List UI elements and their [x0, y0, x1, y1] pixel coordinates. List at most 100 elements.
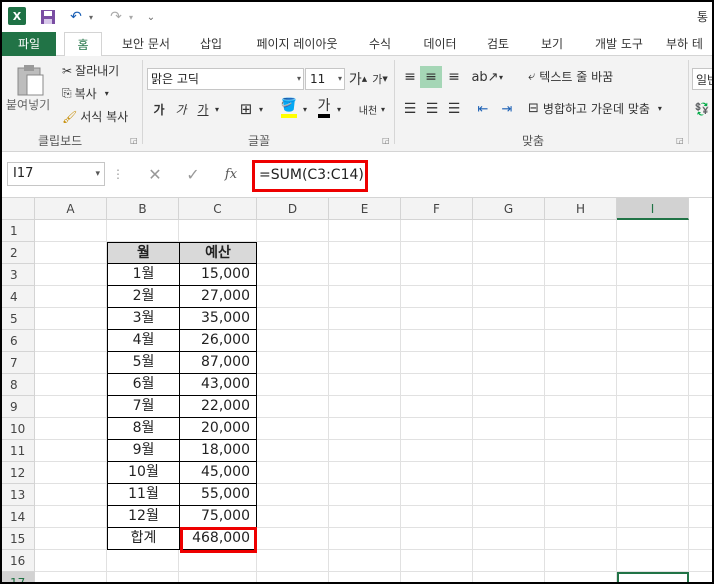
column-header-a[interactable]: A — [35, 198, 107, 220]
decrease-indent-icon[interactable]: ⇤ — [472, 98, 494, 120]
month-cell[interactable]: 2월 — [107, 286, 180, 308]
align-middle-icon[interactable]: ≡ — [420, 66, 442, 88]
name-box[interactable]: I17 ▾ — [7, 162, 105, 186]
undo-icon[interactable]: ↶ — [66, 7, 86, 27]
month-cell[interactable]: 5월 — [107, 352, 180, 374]
month-cell[interactable]: 3월 — [107, 308, 180, 330]
alignment-dialog-launcher-icon[interactable]: ◲ — [676, 136, 684, 145]
shrink-font-button[interactable]: 가 ▼ — [370, 68, 390, 90]
row-header-17[interactable]: 17 — [2, 572, 35, 582]
phonetic-dropdown-icon[interactable]: ▾ — [378, 98, 388, 120]
column-header-d[interactable]: D — [257, 198, 329, 220]
tab-developer[interactable]: 개발 도구 — [584, 32, 654, 56]
row-header-11[interactable]: 11 — [2, 440, 35, 462]
enter-icon[interactable]: ✓ — [180, 162, 206, 186]
budget-cell[interactable]: 45,000 — [179, 462, 257, 484]
row-header-5[interactable]: 5 — [2, 308, 35, 330]
month-cell[interactable]: 6월 — [107, 374, 180, 396]
row-header-8[interactable]: 8 — [2, 374, 35, 396]
row-header-9[interactable]: 9 — [2, 396, 35, 418]
clipboard-dialog-launcher-icon[interactable]: ◲ — [130, 136, 138, 145]
borders-icon[interactable]: ⊞ — [236, 98, 256, 120]
row-header-3[interactable]: 3 — [2, 264, 35, 286]
budget-cell[interactable]: 87,000 — [179, 352, 257, 374]
bold-button[interactable]: 가 — [150, 98, 168, 120]
column-header-h[interactable]: H — [545, 198, 617, 220]
orientation-icon[interactable]: ab↗ — [471, 66, 498, 88]
italic-button[interactable]: 가 — [172, 98, 190, 120]
tab-home[interactable]: 홈 — [64, 32, 102, 57]
borders-dropdown-icon[interactable]: ▾ — [256, 98, 266, 120]
align-center-icon[interactable]: ☰ — [422, 98, 442, 120]
month-cell[interactable]: 8월 — [107, 418, 180, 440]
row-header-16[interactable]: 16 — [2, 550, 35, 572]
tab-review[interactable]: 검토 — [476, 32, 520, 56]
total-label-cell[interactable]: 합계 — [107, 528, 180, 550]
budget-cell[interactable]: 15,000 — [179, 264, 257, 286]
row-header-15[interactable]: 15 — [2, 528, 35, 550]
fill-color-dropdown-icon[interactable]: ▾ — [300, 98, 310, 120]
increase-indent-icon[interactable]: ⇥ — [496, 98, 518, 120]
tab-page-layout[interactable]: 페이지 레이아웃 — [242, 32, 352, 56]
row-header-1[interactable]: 1 — [2, 220, 35, 242]
format-painter-button[interactable]: 🖌 서식 복사 — [62, 108, 128, 125]
tab-security-docs[interactable]: 보안 문서 — [110, 32, 182, 56]
month-cell[interactable]: 1월 — [107, 264, 180, 286]
tab-insert[interactable]: 삽입 — [190, 32, 232, 56]
budget-cell[interactable]: 35,000 — [179, 308, 257, 330]
row-header-4[interactable]: 4 — [2, 286, 35, 308]
font-color-dropdown-icon[interactable]: ▾ — [334, 98, 344, 120]
font-name-select[interactable]: 맑은 고딕 ▾ — [147, 68, 304, 90]
worksheet-grid[interactable]: A B C D E F G H I 1 2 3 4 5 6 7 8 9 10 11 12 13 14 15 16 17 월 예산 1월 1… — [2, 198, 712, 582]
month-cell[interactable]: 9월 — [107, 440, 180, 462]
tab-data[interactable]: 데이터 — [412, 32, 468, 56]
cut-button[interactable]: ✂ 잘라내기 — [62, 62, 119, 79]
row-header-12[interactable]: 12 — [2, 462, 35, 484]
align-left-icon[interactable]: ☰ — [400, 98, 420, 120]
budget-cell[interactable]: 43,000 — [179, 374, 257, 396]
column-header-f[interactable]: F — [401, 198, 473, 220]
excel-icon[interactable]: X — [8, 7, 26, 25]
column-header-g[interactable]: G — [473, 198, 545, 220]
select-all-corner[interactable] — [2, 198, 35, 220]
row-header-6[interactable]: 6 — [2, 330, 35, 352]
fill-color-icon[interactable]: 🪣 — [278, 96, 300, 120]
column-header-b[interactable]: B — [107, 198, 179, 220]
month-cell[interactable]: 7월 — [107, 396, 180, 418]
column-header-c[interactable]: C — [179, 198, 257, 220]
orientation-dropdown-icon[interactable]: ▾ — [496, 66, 506, 88]
phonetic-button[interactable]: 내천 — [356, 98, 380, 120]
month-cell[interactable]: 4월 — [107, 330, 180, 352]
tab-file[interactable]: 파일 — [2, 32, 56, 56]
redo-icon[interactable]: ↷ — [106, 7, 126, 27]
align-top-icon[interactable]: ≡ — [400, 66, 420, 88]
underline-dropdown-icon[interactable]: ▾ — [212, 98, 222, 120]
budget-cell[interactable]: 27,000 — [179, 286, 257, 308]
budget-cell[interactable]: 26,000 — [179, 330, 257, 352]
copy-button[interactable]: ⎘ 복사 ▾ — [62, 85, 109, 102]
save-icon[interactable] — [38, 7, 58, 27]
align-bottom-icon[interactable]: ≡ — [444, 66, 464, 88]
cancel-icon[interactable]: ✕ — [142, 162, 168, 186]
month-cell[interactable]: 10월 — [107, 462, 180, 484]
month-cell[interactable]: 12월 — [107, 506, 180, 528]
underline-button[interactable]: 가 — [194, 98, 212, 120]
row-header-2[interactable]: 2 — [2, 242, 35, 264]
paste-icon[interactable] — [12, 62, 48, 98]
number-format-select[interactable]: 일반 — [692, 68, 712, 90]
column-header-i[interactable]: I — [617, 198, 689, 220]
font-dialog-launcher-icon[interactable]: ◲ — [382, 136, 390, 145]
budget-cell[interactable]: 22,000 — [179, 396, 257, 418]
formula-input[interactable]: =SUM(C3:C14) — [252, 160, 368, 192]
row-header-10[interactable]: 10 — [2, 418, 35, 440]
row-header-14[interactable]: 14 — [2, 506, 35, 528]
font-size-select[interactable]: 11 ▾ — [305, 68, 345, 90]
tab-load-test[interactable]: 부하 테 — [666, 32, 712, 56]
selected-cell-i17[interactable] — [617, 572, 689, 582]
insert-function-icon[interactable]: fx — [218, 162, 244, 186]
currency-icon[interactable]: 💱 — [694, 98, 710, 120]
budget-cell[interactable]: 75,000 — [179, 506, 257, 528]
row-header-13[interactable]: 13 — [2, 484, 35, 506]
budget-cell[interactable]: 18,000 — [179, 440, 257, 462]
row-header-7[interactable]: 7 — [2, 352, 35, 374]
